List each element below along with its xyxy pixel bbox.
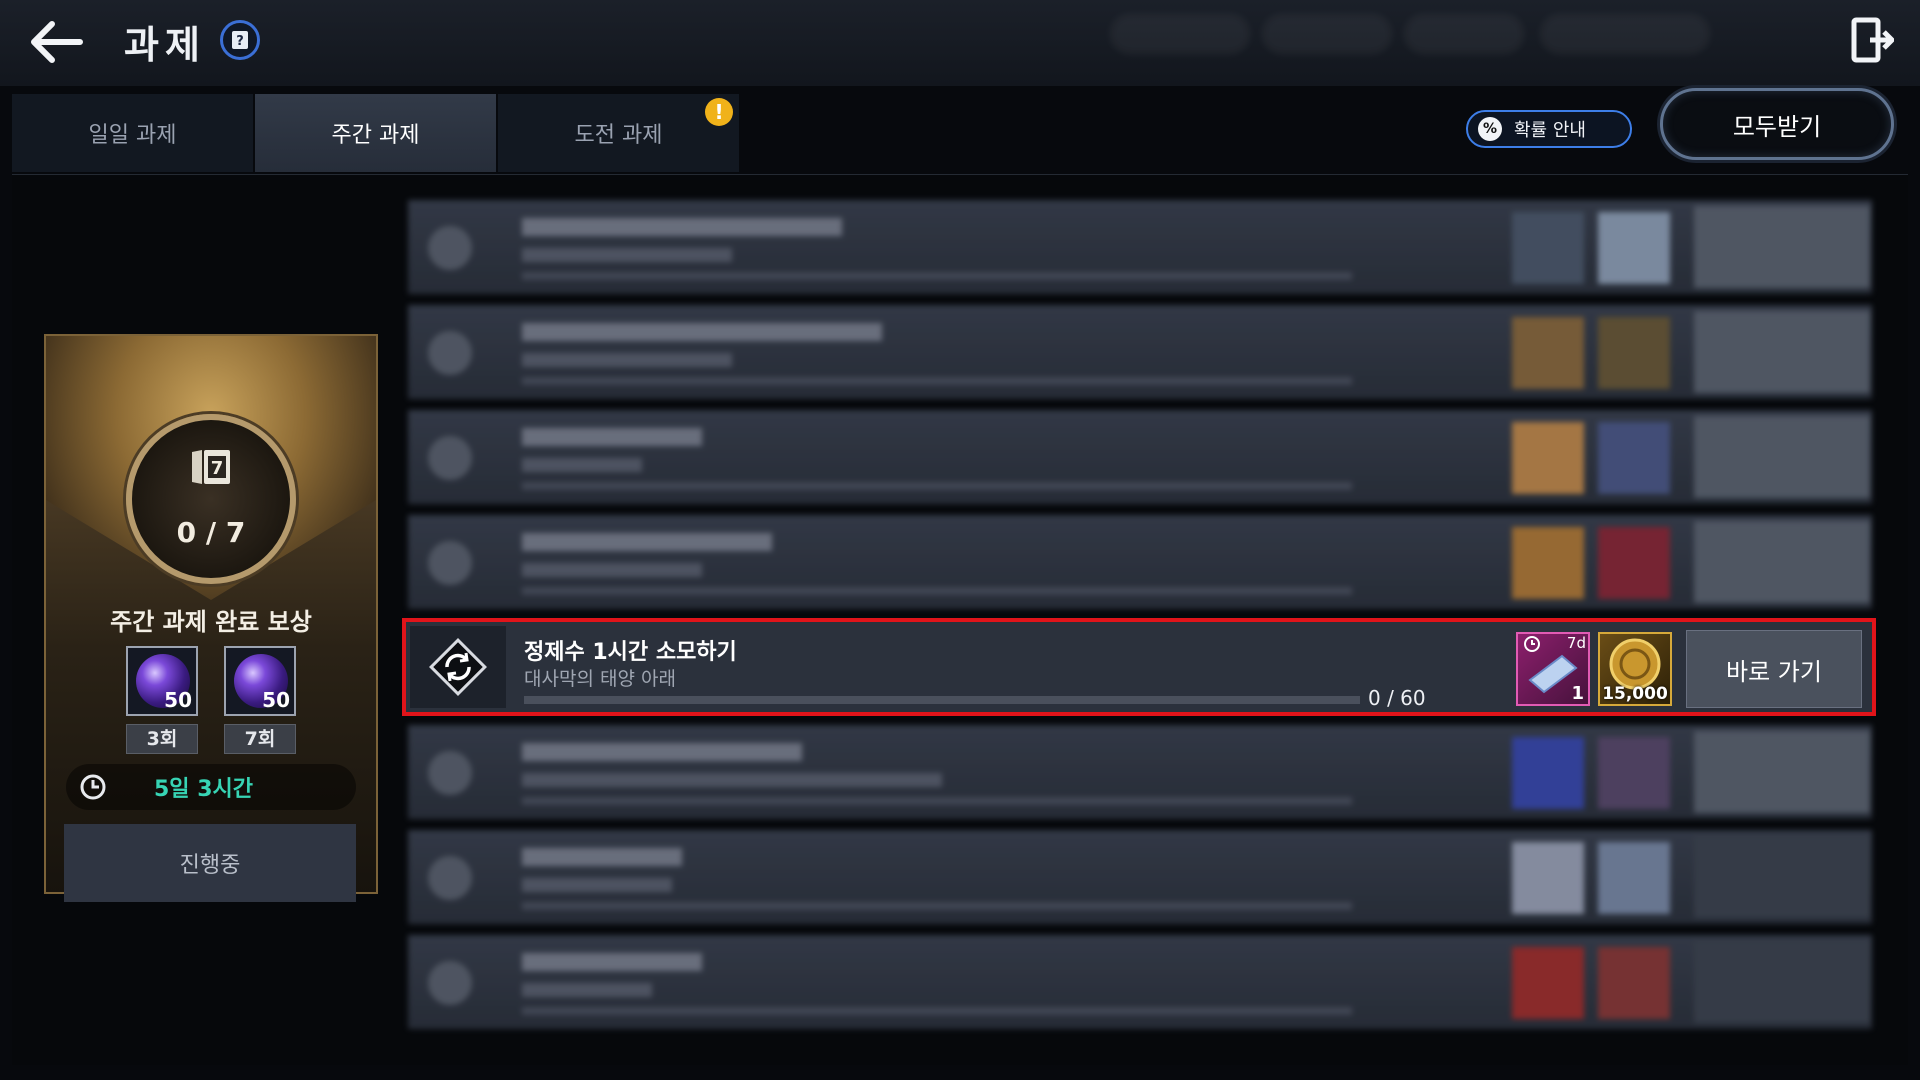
quest-title: 정제수 1시간 소모하기 <box>524 640 737 665</box>
voucher-icon[interactable]: 7d 1 <box>1516 632 1590 706</box>
tab-daily[interactable]: 일일 과제 <box>12 94 253 172</box>
tab-label: 일일 과제 <box>88 123 177 148</box>
quest-subtitle: 대사막의 태양 아래 <box>524 668 676 690</box>
quest-row-blurred <box>408 935 1872 1029</box>
probability-label: 확률 안내 <box>1514 120 1586 141</box>
item-count: 50 <box>164 688 192 712</box>
purple-orb-icon: 50 <box>126 646 198 716</box>
quest-row-blurred <box>408 830 1872 924</box>
quest-progress-text: 0 / 60 <box>1368 686 1426 710</box>
svg-text:?: ? <box>236 34 244 49</box>
gold-coin-icon[interactable]: 15,000 <box>1598 632 1672 706</box>
go-now-button[interactable]: 바로 가기 <box>1686 630 1862 708</box>
reward-slot[interactable]: 50 3회 <box>126 646 198 754</box>
quest-row-blurred <box>408 725 1872 819</box>
status-label: 진행중 <box>179 853 241 878</box>
item-count: 1 <box>1571 683 1584 704</box>
quest-row-blurred <box>408 515 1872 609</box>
reward-slot[interactable]: 50 7회 <box>224 646 296 754</box>
reward-items: 50 3회 50 7회 <box>126 646 296 754</box>
back-arrow-icon[interactable] <box>26 14 88 70</box>
exit-icon[interactable] <box>1850 16 1895 64</box>
probability-info-button[interactable]: % 확률 안내 <box>1466 110 1632 148</box>
calendar-icon: 7 <box>188 446 234 488</box>
tab-weekly[interactable]: 주간 과제 <box>255 94 496 172</box>
tab-challenge[interactable]: 도전 과제 ! <box>498 94 739 172</box>
reward-title: 주간 과제 완료 보상 <box>110 608 312 636</box>
weekly-reward-card: 7 0 / 7 주간 과제 완료 보상 50 3회 50 7회 5일 3시간 진… <box>44 334 378 902</box>
help-book-icon[interactable]: ? <box>220 20 260 60</box>
item-duration: 7d <box>1566 634 1586 652</box>
top-bar: 과제 ? <box>0 0 1920 86</box>
currency-blurred <box>1110 14 1250 54</box>
tab-label: 도전 과제 <box>574 123 663 148</box>
time-remaining: 5일 3시간 <box>66 764 356 810</box>
item-count: 50 <box>262 688 290 712</box>
alert-badge-icon: ! <box>705 98 733 126</box>
quest-row-blurred <box>408 410 1872 504</box>
item-count: 15,000 <box>1602 684 1668 704</box>
claim-all-label: 모두받기 <box>1732 112 1822 141</box>
page-title: 과제 <box>124 23 206 67</box>
tab-label: 주간 과제 <box>331 123 420 148</box>
weekly-progress-text: 0 / 7 <box>176 516 246 549</box>
calendar-number: 7 <box>211 458 224 479</box>
quest-row-blurred <box>408 305 1872 399</box>
go-now-label: 바로 가기 <box>1726 657 1822 686</box>
quest-row-highlighted: 정제수 1시간 소모하기 대사막의 태양 아래 0 / 60 7d 1 15,0… <box>402 618 1876 716</box>
currency-blurred <box>1540 14 1710 54</box>
currency-blurred <box>1404 14 1524 54</box>
milestone-label: 7회 <box>224 724 296 754</box>
milestone-label: 3회 <box>126 724 198 754</box>
percent-icon: % <box>1478 117 1502 141</box>
in-progress-button: 진행중 <box>64 824 356 902</box>
time-remaining-text: 5일 3시간 <box>154 777 253 802</box>
quest-row-blurred <box>408 200 1872 294</box>
quest-icon-box <box>410 626 506 708</box>
refresh-diamond-icon <box>429 638 487 696</box>
quest-tabs: 일일 과제 주간 과제 도전 과제 ! <box>12 94 739 172</box>
quest-progress-bar <box>524 696 1360 704</box>
clock-icon <box>80 774 106 800</box>
purple-orb-icon: 50 <box>224 646 296 716</box>
claim-all-button[interactable]: 모두받기 <box>1660 88 1894 160</box>
currency-blurred <box>1262 14 1392 54</box>
weekly-progress-dial: 7 0 / 7 <box>126 414 296 584</box>
